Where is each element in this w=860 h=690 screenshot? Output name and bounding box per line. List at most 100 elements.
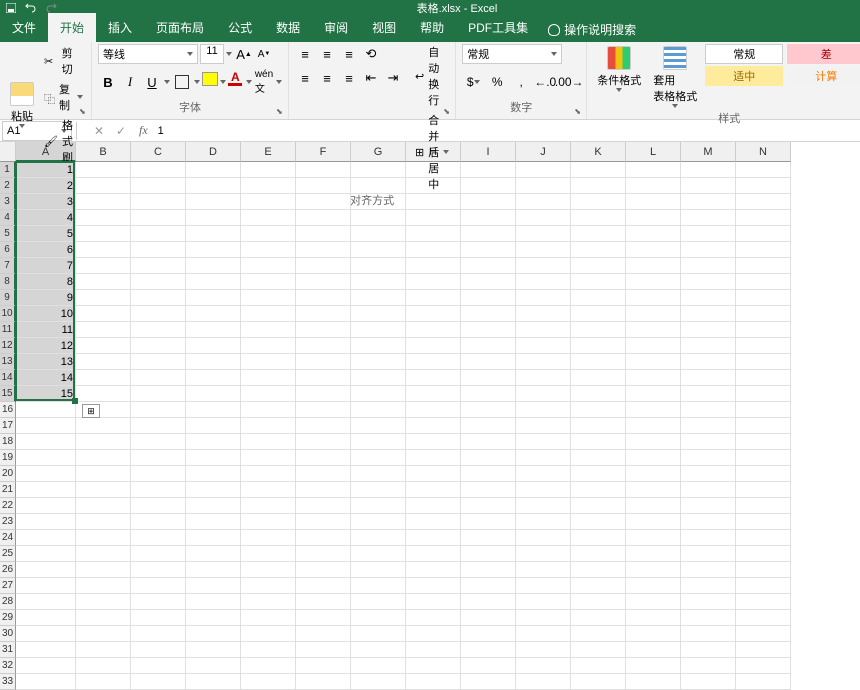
cell-J13[interactable] [516, 354, 571, 370]
cell-E24[interactable] [241, 530, 296, 546]
row-header-13[interactable]: 13 [0, 354, 16, 370]
align-top-button[interactable]: ≡ [295, 44, 315, 64]
col-header-D[interactable]: D [186, 142, 241, 162]
cell-J18[interactable] [516, 434, 571, 450]
cell-C17[interactable] [131, 418, 186, 434]
cell-F2[interactable] [296, 178, 351, 194]
cell-E11[interactable] [241, 322, 296, 338]
cell-K24[interactable] [571, 530, 626, 546]
cell-E22[interactable] [241, 498, 296, 514]
font-name-select[interactable]: 等线 [98, 44, 198, 64]
cell-A13[interactable]: 13 [16, 354, 76, 370]
cell-N10[interactable] [736, 306, 791, 322]
cell-A23[interactable] [16, 514, 76, 530]
cell-L29[interactable] [626, 610, 681, 626]
cell-L14[interactable] [626, 370, 681, 386]
cell-F33[interactable] [296, 674, 351, 690]
cell-L17[interactable] [626, 418, 681, 434]
cell-G8[interactable] [351, 274, 406, 290]
cell-D11[interactable] [186, 322, 241, 338]
cell-D3[interactable] [186, 194, 241, 210]
cell-E10[interactable] [241, 306, 296, 322]
row-header-28[interactable]: 28 [0, 594, 16, 610]
cell-L7[interactable] [626, 258, 681, 274]
cell-A24[interactable] [16, 530, 76, 546]
row-header-32[interactable]: 32 [0, 658, 16, 674]
cell-M32[interactable] [681, 658, 736, 674]
cell-C6[interactable] [131, 242, 186, 258]
fill-color-button[interactable] [202, 72, 218, 86]
cell-L3[interactable] [626, 194, 681, 210]
cell-J6[interactable] [516, 242, 571, 258]
cell-C5[interactable] [131, 226, 186, 242]
cell-N31[interactable] [736, 642, 791, 658]
cell-B15[interactable] [76, 386, 131, 402]
cell-N24[interactable] [736, 530, 791, 546]
cell-A22[interactable] [16, 498, 76, 514]
cell-D4[interactable] [186, 210, 241, 226]
cell-G25[interactable] [351, 546, 406, 562]
cell-G14[interactable] [351, 370, 406, 386]
increase-decimal-button[interactable]: ←.0 [534, 72, 556, 92]
cell-M30[interactable] [681, 626, 736, 642]
cell-A19[interactable] [16, 450, 76, 466]
cell-G20[interactable] [351, 466, 406, 482]
cell-E19[interactable] [241, 450, 296, 466]
cell-J27[interactable] [516, 578, 571, 594]
cell-J3[interactable] [516, 194, 571, 210]
cell-H12[interactable] [406, 338, 461, 354]
cell-G12[interactable] [351, 338, 406, 354]
cell-K2[interactable] [571, 178, 626, 194]
cell-L18[interactable] [626, 434, 681, 450]
cell-H11[interactable] [406, 322, 461, 338]
cell-J30[interactable] [516, 626, 571, 642]
cell-I7[interactable] [461, 258, 516, 274]
cell-M29[interactable] [681, 610, 736, 626]
cell-M11[interactable] [681, 322, 736, 338]
cell-D27[interactable] [186, 578, 241, 594]
cell-M20[interactable] [681, 466, 736, 482]
cell-M3[interactable] [681, 194, 736, 210]
cell-K7[interactable] [571, 258, 626, 274]
cell-K33[interactable] [571, 674, 626, 690]
cell-D13[interactable] [186, 354, 241, 370]
cell-E29[interactable] [241, 610, 296, 626]
cell-B23[interactable] [76, 514, 131, 530]
cell-A21[interactable] [16, 482, 76, 498]
cell-C9[interactable] [131, 290, 186, 306]
cell-H30[interactable] [406, 626, 461, 642]
cell-I5[interactable] [461, 226, 516, 242]
cell-I16[interactable] [461, 402, 516, 418]
cell-H31[interactable] [406, 642, 461, 658]
quick-analysis-button[interactable]: ⊞ [82, 404, 100, 418]
cell-C16[interactable] [131, 402, 186, 418]
cell-K14[interactable] [571, 370, 626, 386]
cell-H32[interactable] [406, 658, 461, 674]
cell-G18[interactable] [351, 434, 406, 450]
cell-B25[interactable] [76, 546, 131, 562]
cell-F11[interactable] [296, 322, 351, 338]
tab-file[interactable]: 文件 [0, 13, 48, 42]
cell-K1[interactable] [571, 162, 626, 178]
cell-N19[interactable] [736, 450, 791, 466]
cell-J23[interactable] [516, 514, 571, 530]
cell-H8[interactable] [406, 274, 461, 290]
cell-M9[interactable] [681, 290, 736, 306]
cell-M31[interactable] [681, 642, 736, 658]
row-header-23[interactable]: 23 [0, 514, 16, 530]
row-header-25[interactable]: 25 [0, 546, 16, 562]
cell-A27[interactable] [16, 578, 76, 594]
cell-C25[interactable] [131, 546, 186, 562]
cell-F24[interactable] [296, 530, 351, 546]
cell-H10[interactable] [406, 306, 461, 322]
cell-H5[interactable] [406, 226, 461, 242]
cell-E23[interactable] [241, 514, 296, 530]
phonetic-button[interactable]: wén文 [254, 72, 274, 92]
cell-N25[interactable] [736, 546, 791, 562]
cell-M2[interactable] [681, 178, 736, 194]
row-header-27[interactable]: 27 [0, 578, 16, 594]
cell-C2[interactable] [131, 178, 186, 194]
cell-J2[interactable] [516, 178, 571, 194]
cell-M13[interactable] [681, 354, 736, 370]
cell-L2[interactable] [626, 178, 681, 194]
